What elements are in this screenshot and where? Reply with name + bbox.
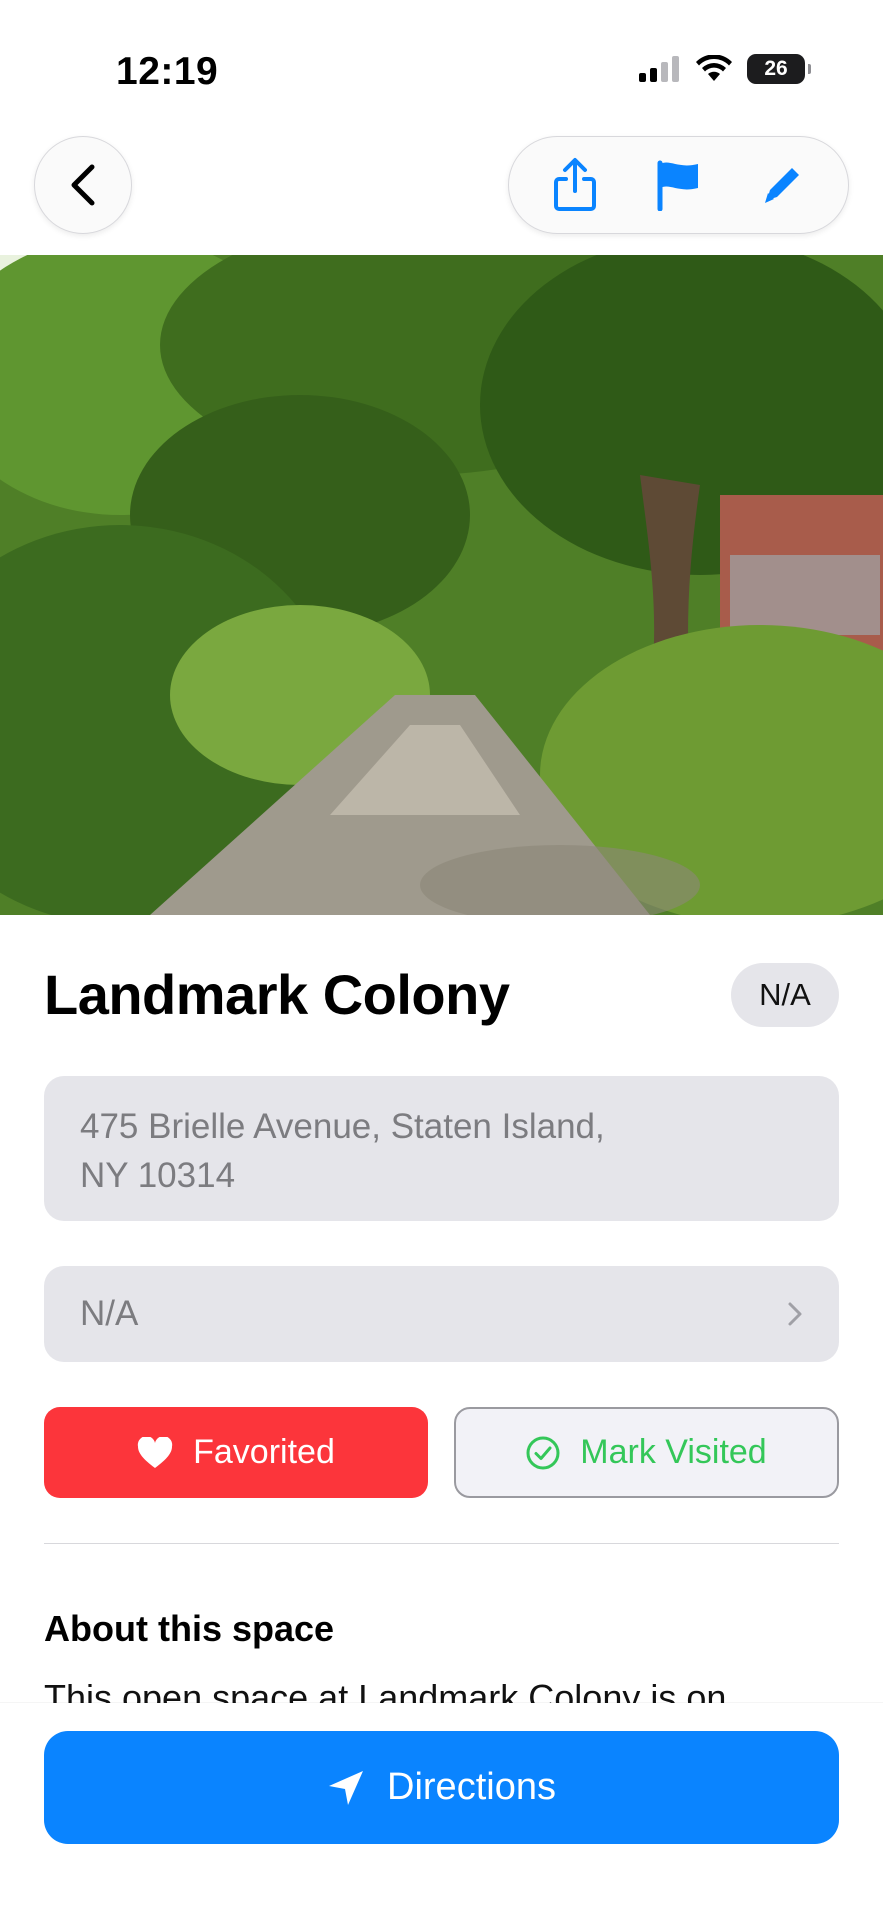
about-heading: About this space (44, 1608, 335, 1649)
place-detail-screen: 12:19 26 Landmark Colony N/A 475 Brielle… (0, 0, 883, 1920)
flag-button[interactable] (643, 150, 713, 220)
divider (44, 1543, 839, 1544)
place-photo (0, 255, 883, 915)
about-text: This open space at Landmark Colony is on (44, 1677, 727, 1704)
flag-icon (657, 160, 699, 211)
share-icon (553, 158, 596, 211)
battery-level: 26 (764, 57, 788, 80)
directions-button[interactable]: Directions (44, 1731, 839, 1844)
signal-icon (639, 56, 679, 82)
chevron-right-icon (788, 1302, 802, 1326)
address-field[interactable]: 475 Brielle Avenue, Staten Island, NY 10… (44, 1076, 839, 1221)
location-arrow-icon (329, 1770, 364, 1805)
directions-label: Directions (387, 1766, 556, 1808)
category-selector[interactable]: N/A (44, 1266, 839, 1362)
battery-icon: 26 (747, 54, 811, 84)
status-icons: 26 (639, 54, 811, 84)
share-button[interactable] (540, 150, 610, 220)
mark-visited-label: Mark Visited (580, 1433, 767, 1471)
chevron-left-icon (71, 164, 95, 206)
back-button[interactable] (34, 136, 132, 234)
category-value: N/A (80, 1294, 139, 1333)
favorite-button[interactable]: Favorited (44, 1407, 428, 1498)
favorite-label: Favorited (193, 1433, 335, 1471)
heart-icon (137, 1436, 173, 1468)
check-circle-icon (526, 1436, 560, 1469)
rating-badge: N/A (731, 963, 839, 1027)
mark-visited-button[interactable]: Mark Visited (454, 1407, 839, 1498)
status-time: 12:19 (116, 50, 219, 93)
edit-button[interactable] (747, 150, 817, 220)
wifi-icon (696, 55, 732, 81)
pencil-icon (765, 168, 800, 203)
action-toolbar (508, 136, 849, 234)
place-title: Landmark Colony (44, 963, 510, 1026)
